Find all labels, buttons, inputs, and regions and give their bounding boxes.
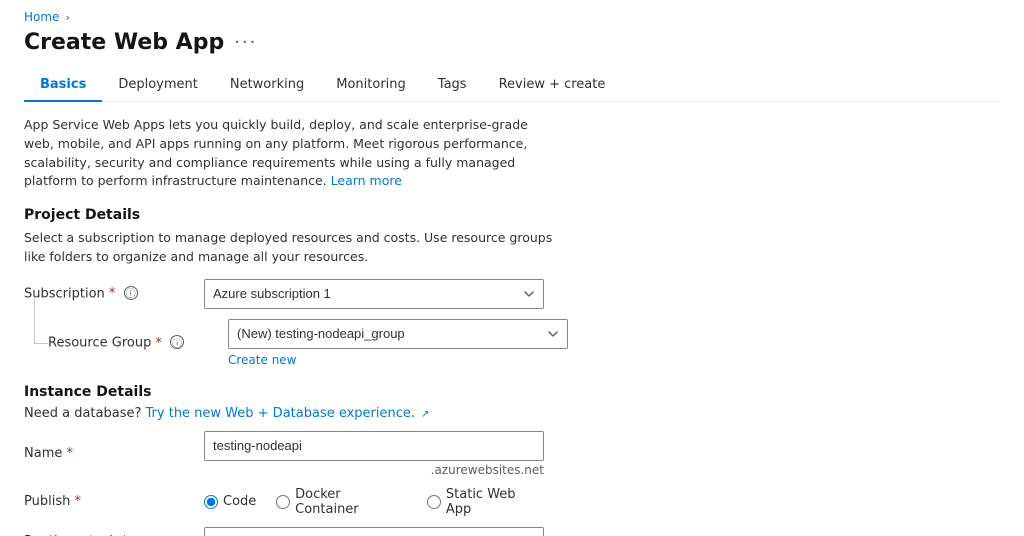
resource-group-input-col: (New) testing-nodeapi_group Create new [228, 319, 568, 368]
breadcrumb-separator: › [65, 11, 69, 24]
learn-more-link[interactable]: Learn more [331, 173, 402, 188]
page-description: App Service Web Apps lets you quickly bu… [24, 116, 554, 191]
publish-docker-radio[interactable] [276, 495, 290, 509]
breadcrumb-home-link[interactable]: Home [24, 10, 59, 24]
publish-code-label: Code [223, 494, 256, 509]
page-title: Create Web App [24, 30, 224, 55]
runtime-select[interactable]: Node 18 LTS [204, 527, 544, 536]
create-new-resource-group-link[interactable]: Create new [228, 353, 297, 367]
tab-monitoring[interactable]: Monitoring [320, 69, 422, 102]
resource-group-label: Resource Group ⓘ [48, 335, 228, 351]
name-suffix: .azurewebsites.net [204, 463, 544, 477]
database-text: Need a database? [24, 406, 141, 421]
page-menu-icon[interactable]: ··· [234, 32, 257, 53]
subscription-input-col: Azure subscription 1 [204, 279, 544, 309]
tab-basics[interactable]: Basics [24, 69, 102, 102]
publish-radio-group: Code Docker Container Static Web App [204, 487, 544, 517]
tabs-bar: Basics Deployment Networking Monitoring … [24, 69, 1000, 102]
tab-tags[interactable]: Tags [422, 69, 483, 102]
database-link[interactable]: Try the new Web + Database experience. ↗ [146, 406, 430, 421]
project-details-section: Project Details Select a subscription to… [24, 207, 1000, 368]
project-details-title: Project Details [24, 207, 1000, 223]
publish-label: Publish [24, 494, 204, 509]
publish-code-radio[interactable] [204, 495, 218, 509]
name-input[interactable] [204, 431, 544, 461]
publish-static-radio[interactable] [427, 495, 441, 509]
runtime-input-col: Node 18 LTS [204, 527, 544, 536]
tab-deployment[interactable]: Deployment [102, 69, 214, 102]
resource-group-info-icon[interactable]: ⓘ [170, 335, 184, 349]
publish-docker-label: Docker Container [295, 487, 407, 517]
tab-networking[interactable]: Networking [214, 69, 320, 102]
external-link-icon: ↗ [421, 409, 429, 420]
subscription-row: Subscription ⓘ Azure subscription 1 [24, 279, 1000, 309]
breadcrumb: Home › [24, 10, 1000, 24]
publish-code-option[interactable]: Code [204, 494, 256, 509]
publish-row: Publish Code Docker Container Static Web… [24, 487, 1000, 517]
project-details-description: Select a subscription to manage deployed… [24, 229, 554, 267]
page-header: Create Web App ··· [24, 30, 1000, 55]
name-row: Name .azurewebsites.net [24, 431, 1000, 477]
resource-group-row: Resource Group ⓘ (New) testing-nodeapi_g… [48, 319, 1000, 368]
name-input-wrapper: .azurewebsites.net [204, 431, 544, 477]
description-text-content: App Service Web Apps lets you quickly bu… [24, 117, 528, 188]
page-wrapper: Home › Create Web App ··· Basics Deploym… [0, 0, 1024, 536]
name-input-col: .azurewebsites.net [204, 431, 544, 477]
subscription-select[interactable]: Azure subscription 1 [204, 279, 544, 309]
runtime-row: Runtime stack Node 18 LTS [24, 527, 1000, 536]
tab-review[interactable]: Review + create [483, 69, 622, 102]
resource-group-select[interactable]: (New) testing-nodeapi_group [228, 319, 568, 349]
instance-database-desc: Need a database? Try the new Web + Datab… [24, 406, 1000, 421]
instance-details-title: Instance Details [24, 384, 1000, 400]
publish-static-label: Static Web App [446, 487, 544, 517]
subscription-label: Subscription ⓘ [24, 286, 204, 302]
publish-docker-option[interactable]: Docker Container [276, 487, 407, 517]
subscription-info-icon[interactable]: ⓘ [124, 286, 138, 300]
name-label: Name [24, 446, 204, 461]
publish-input-col: Code Docker Container Static Web App [204, 487, 544, 517]
instance-details-section: Instance Details Need a database? Try th… [24, 384, 1000, 536]
publish-static-option[interactable]: Static Web App [427, 487, 544, 517]
